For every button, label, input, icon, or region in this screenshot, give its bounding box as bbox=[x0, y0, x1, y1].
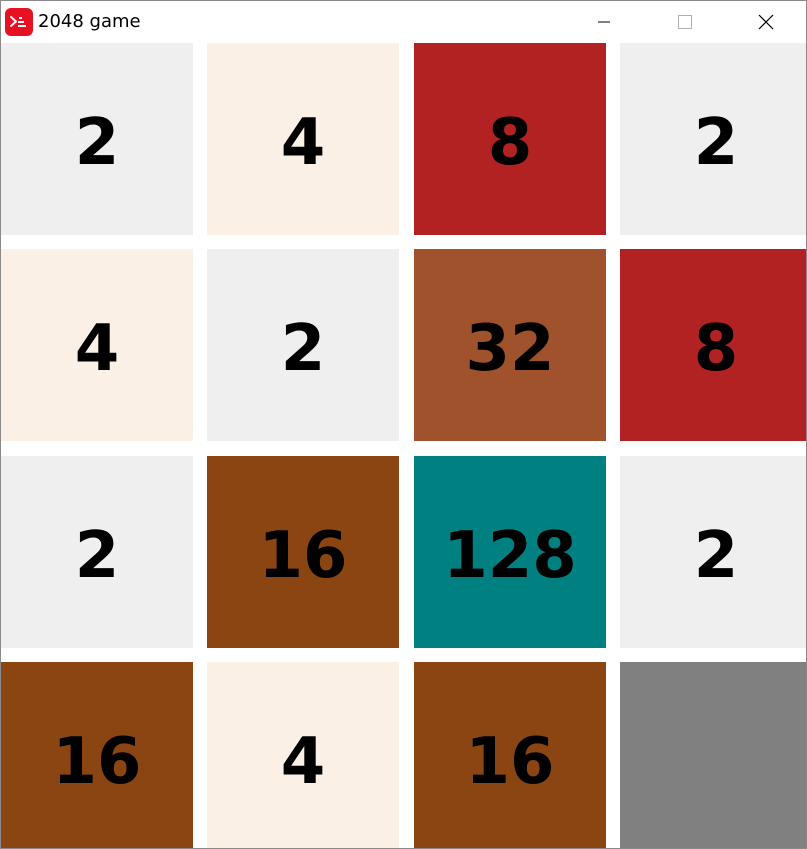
tile-value: 128 bbox=[443, 519, 577, 593]
tile-r4-c4-empty bbox=[620, 662, 806, 848]
window-title: 2048 game bbox=[38, 11, 141, 32]
tile-value: 8 bbox=[487, 106, 533, 180]
tile-r4-c1: 16 bbox=[1, 662, 193, 848]
tile-r1-c1: 2 bbox=[1, 43, 193, 235]
tile-value: 16 bbox=[465, 725, 555, 799]
tile-value: 2 bbox=[280, 312, 326, 386]
maximize-button[interactable] bbox=[662, 1, 708, 43]
tile-r1-c4: 2 bbox=[620, 43, 806, 235]
tile-r2-c4: 8 bbox=[620, 249, 806, 441]
tile-value: 4 bbox=[280, 725, 326, 799]
tile-r3-c4: 2 bbox=[620, 456, 806, 648]
tile-value: 8 bbox=[693, 312, 739, 386]
maximize-icon bbox=[678, 15, 692, 29]
tile-value: 2 bbox=[693, 519, 739, 593]
minimize-icon bbox=[598, 21, 610, 23]
tile-r2-c1: 4 bbox=[1, 249, 193, 441]
title-bar[interactable]: 2048 game bbox=[1, 1, 806, 43]
tile-value: 4 bbox=[280, 106, 326, 180]
tile-r2-c2: 2 bbox=[207, 249, 399, 441]
tile-value: 32 bbox=[465, 312, 555, 386]
tile-r2-c3: 32 bbox=[414, 249, 606, 441]
tile-value: 2 bbox=[74, 519, 120, 593]
tile-r1-c3: 8 bbox=[414, 43, 606, 235]
tile-value: 16 bbox=[258, 519, 348, 593]
tile-r3-c2: 16 bbox=[207, 456, 399, 648]
close-button[interactable] bbox=[743, 1, 789, 43]
tile-r4-c2: 4 bbox=[207, 662, 399, 848]
tile-r4-c3: 16 bbox=[414, 662, 606, 848]
close-icon bbox=[758, 14, 774, 30]
tile-value: 16 bbox=[52, 725, 142, 799]
tile-r3-c1: 2 bbox=[1, 456, 193, 648]
tile-r1-c2: 4 bbox=[207, 43, 399, 235]
game-window: 2048 game 2 4 8 2 4 2 32 8 2 16 128 2 16… bbox=[0, 0, 807, 849]
tile-r3-c3: 128 bbox=[414, 456, 606, 648]
tile-value: 2 bbox=[74, 106, 120, 180]
app-icon bbox=[5, 8, 33, 36]
game-board[interactable]: 2 4 8 2 4 2 32 8 2 16 128 2 16 4 16 bbox=[1, 43, 806, 848]
minimize-button[interactable] bbox=[581, 1, 627, 43]
tile-value: 2 bbox=[693, 106, 739, 180]
tile-value: 4 bbox=[74, 312, 120, 386]
